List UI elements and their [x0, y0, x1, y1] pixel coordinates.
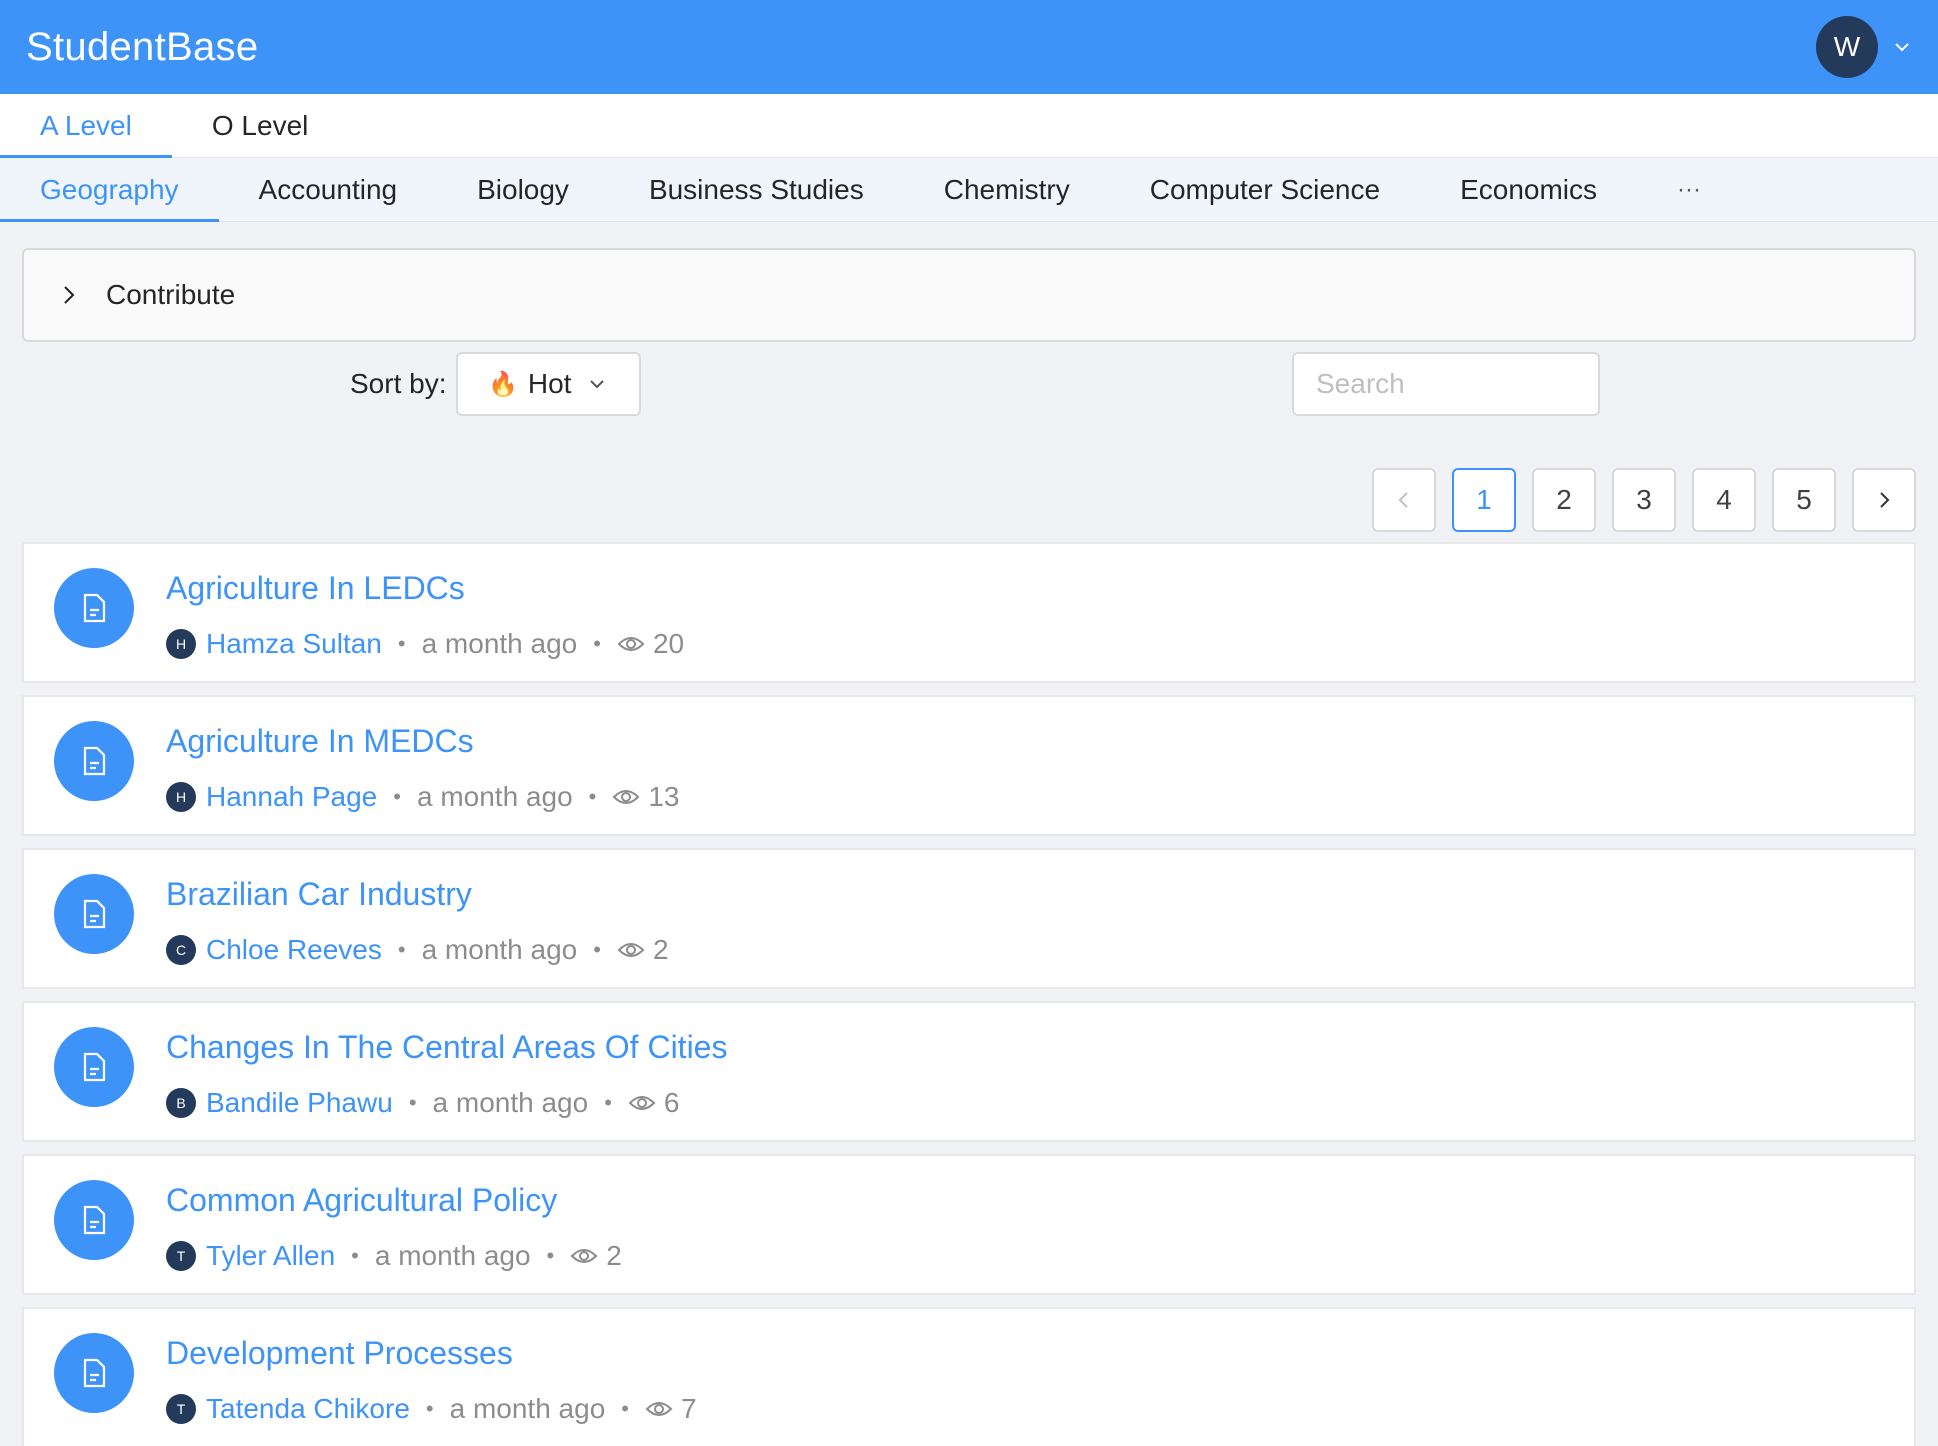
- page-2-button[interactable]: 2: [1532, 468, 1596, 532]
- sort-value: Hot: [527, 368, 572, 399]
- chevron-down-icon: [590, 380, 605, 389]
- avatar: H: [166, 629, 196, 659]
- document-icon: [54, 1180, 134, 1260]
- tab-biology[interactable]: Biology: [437, 158, 609, 221]
- subject-tabs: Geography Accounting Biology Business St…: [0, 158, 1938, 222]
- view-count: 7: [680, 1393, 697, 1424]
- avatar: B: [166, 1088, 196, 1118]
- item-meta: T Tatenda Chikore • a month ago • 7: [166, 1393, 697, 1425]
- tab-o-level[interactable]: O Level: [172, 94, 349, 157]
- view-count: 20: [652, 628, 685, 659]
- contribute-label: Contribute: [106, 279, 236, 310]
- tab-a-level[interactable]: A Level: [0, 94, 172, 158]
- item-title[interactable]: Changes In The Central Areas Of Cities: [166, 1027, 727, 1067]
- item-meta: B Bandile Phawu • a month ago • 6: [166, 1087, 727, 1119]
- pagination: 1 2 3 4 5: [22, 468, 1916, 532]
- eye-icon: [645, 1402, 673, 1416]
- chevron-down-icon[interactable]: [1892, 37, 1912, 57]
- tab-chemistry[interactable]: Chemistry: [904, 158, 1110, 221]
- author-link[interactable]: Tatenda Chikore: [206, 1393, 410, 1425]
- document-icon: [54, 568, 134, 648]
- notes-list: Agriculture In LEDCs H Hamza Sultan • a …: [22, 542, 1916, 1446]
- item-meta: C Chloe Reeves • a month ago • 2: [166, 934, 669, 966]
- search-box[interactable]: [1292, 352, 1677, 416]
- item-title[interactable]: Development Processes: [166, 1333, 697, 1373]
- author-link[interactable]: Bandile Phawu: [206, 1087, 393, 1119]
- search-input[interactable]: [1316, 368, 1677, 400]
- eye-icon: [612, 790, 640, 804]
- tab-computer-science[interactable]: Computer Science: [1110, 158, 1420, 221]
- sort-label: Sort by:: [350, 368, 447, 399]
- item-time: a month ago: [421, 934, 578, 965]
- contribute-panel[interactable]: Contribute: [22, 248, 1916, 342]
- fire-icon: 🔥: [488, 370, 518, 398]
- item-time: a month ago: [449, 1393, 606, 1424]
- eye-icon: [617, 637, 645, 651]
- page-3-button[interactable]: 3: [1612, 468, 1676, 532]
- tab-geography[interactable]: Geography: [0, 158, 219, 222]
- author-link[interactable]: Tyler Allen: [206, 1240, 335, 1272]
- list-item[interactable]: Common Agricultural Policy T Tyler Allen…: [22, 1154, 1916, 1295]
- author-link[interactable]: Chloe Reeves: [206, 934, 382, 966]
- item-time: a month ago: [416, 781, 573, 812]
- chevron-left-icon: [1398, 492, 1408, 508]
- app-header: StudentBase W: [0, 0, 1938, 94]
- avatar: H: [166, 782, 196, 812]
- eye-icon: [628, 1096, 656, 1110]
- list-item[interactable]: Agriculture In LEDCs H Hamza Sultan • a …: [22, 542, 1916, 683]
- prev-page-button[interactable]: [1372, 468, 1436, 532]
- tab-accounting[interactable]: Accounting: [219, 158, 438, 221]
- view-count: 2: [606, 1240, 622, 1271]
- item-title[interactable]: Agriculture In LEDCs: [166, 568, 684, 608]
- tab-economics[interactable]: Economics: [1420, 158, 1637, 221]
- page-1-button[interactable]: 1: [1452, 468, 1516, 532]
- item-title[interactable]: Brazilian Car Industry: [166, 874, 669, 914]
- tab-business-studies[interactable]: Business Studies: [609, 158, 904, 221]
- item-title[interactable]: Agriculture In MEDCs: [166, 721, 680, 761]
- page-5-button[interactable]: 5: [1772, 468, 1836, 532]
- next-page-button[interactable]: [1852, 468, 1916, 532]
- page-4-button[interactable]: 4: [1692, 468, 1756, 532]
- list-item[interactable]: Brazilian Car Industry C Chloe Reeves • …: [22, 848, 1916, 989]
- view-count: 2: [652, 934, 669, 965]
- list-item[interactable]: Changes In The Central Areas Of Cities B…: [22, 1001, 1916, 1142]
- document-icon: [54, 721, 134, 801]
- item-meta: T Tyler Allen • a month ago • 2: [166, 1240, 622, 1272]
- user-avatar[interactable]: W: [1816, 16, 1878, 78]
- view-count: 6: [663, 1087, 680, 1118]
- eye-icon: [570, 1249, 598, 1263]
- document-icon: [54, 1333, 134, 1413]
- chevron-right-icon: [1880, 492, 1890, 508]
- list-item[interactable]: Agriculture In MEDCs H Hannah Page • a m…: [22, 695, 1916, 836]
- item-time: a month ago: [432, 1087, 589, 1118]
- item-meta: H Hamza Sultan • a month ago • 20: [166, 628, 684, 660]
- level-tabs: A Level O Level: [0, 94, 1938, 158]
- eye-icon: [617, 943, 645, 957]
- view-count: 13: [648, 781, 680, 812]
- user-menu[interactable]: W: [1816, 16, 1912, 78]
- more-tabs-icon[interactable]: ···: [1637, 158, 1741, 221]
- toolbar: Sort by: 🔥 Hot: [22, 352, 1916, 416]
- sort-select[interactable]: 🔥 Hot: [456, 352, 641, 416]
- item-time: a month ago: [421, 628, 578, 659]
- author-link[interactable]: Hamza Sultan: [206, 628, 382, 660]
- brand-logo[interactable]: StudentBase: [26, 25, 258, 70]
- main-content: Contribute Sort by: 🔥 Hot 1 2 3 4: [0, 248, 1938, 1446]
- item-meta: H Hannah Page • a month ago • 13: [166, 781, 680, 813]
- document-icon: [54, 874, 134, 954]
- item-title[interactable]: Common Agricultural Policy: [166, 1180, 622, 1220]
- item-time: a month ago: [374, 1240, 531, 1271]
- avatar: T: [166, 1394, 196, 1424]
- document-icon: [54, 1027, 134, 1107]
- chevron-right-icon: [64, 286, 75, 304]
- author-link[interactable]: Hannah Page: [206, 781, 377, 813]
- list-item[interactable]: Development Processes T Tatenda Chikore …: [22, 1307, 1916, 1446]
- avatar: T: [166, 1241, 196, 1271]
- avatar: C: [166, 935, 196, 965]
